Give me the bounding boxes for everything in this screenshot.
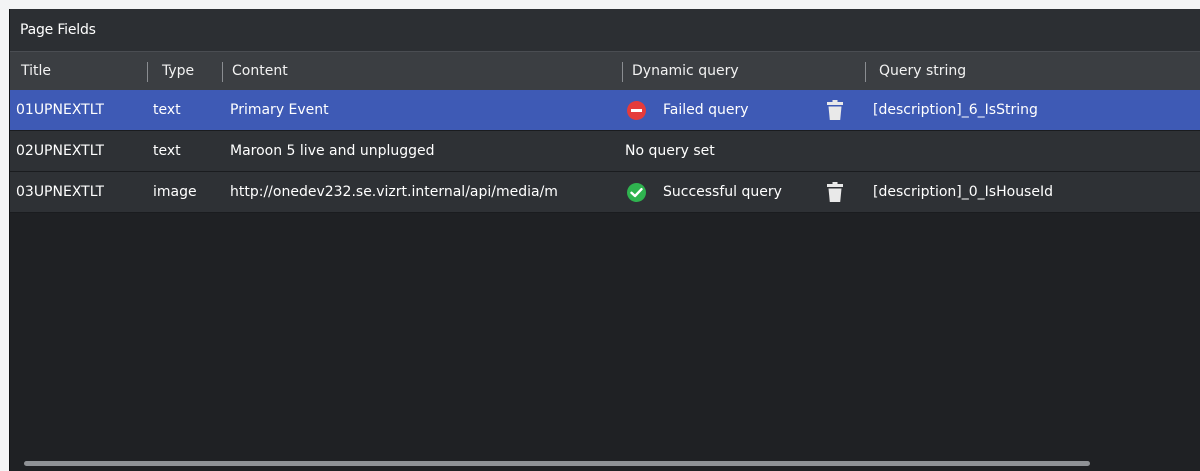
table-row[interactable]: 03UPNEXTLT image http://onedev232.se.viz…: [10, 172, 1200, 213]
column-header-query-string[interactable]: Query string: [879, 52, 966, 90]
column-resize-handle[interactable]: [865, 62, 866, 82]
trash-icon[interactable]: [827, 100, 843, 124]
cell-query-status: No query set: [625, 143, 715, 159]
cell-title: 02UPNEXTLT: [16, 143, 105, 159]
cell-type: text: [153, 143, 181, 159]
column-resize-handle[interactable]: [622, 62, 623, 82]
table-header: Title Type Content Dynamic query Query s…: [10, 51, 1200, 90]
failed-icon: [627, 101, 646, 120]
column-header-title[interactable]: Title: [21, 52, 51, 90]
trash-icon[interactable]: [827, 182, 843, 206]
horizontal-scrollbar[interactable]: [24, 461, 1090, 466]
cell-type: text: [153, 102, 181, 118]
column-header-content[interactable]: Content: [232, 52, 288, 90]
cell-title: 03UPNEXTLT: [16, 184, 105, 200]
column-resize-handle[interactable]: [222, 62, 223, 82]
column-resize-handle[interactable]: [147, 62, 148, 82]
cell-title: 01UPNEXTLT: [16, 102, 105, 118]
cell-query-string: [description]_0_IsHouseId: [873, 184, 1053, 200]
table-row[interactable]: 01UPNEXTLT text Primary Event Failed que…: [10, 90, 1200, 131]
panel-title: Page Fields: [10, 9, 1200, 51]
cell-query-status: Successful query: [663, 184, 782, 200]
cell-content: http://onedev232.se.vizrt.internal/api/m…: [230, 184, 558, 200]
table-row[interactable]: 02UPNEXTLT text Maroon 5 live and unplug…: [10, 131, 1200, 172]
cell-query-string: [description]_6_IsString: [873, 102, 1038, 118]
page-fields-panel: Page Fields Title Type Content Dynamic q…: [9, 9, 1200, 471]
cell-query-status: Failed query: [663, 102, 749, 118]
column-header-type[interactable]: Type: [162, 52, 194, 90]
column-header-dynamic-query[interactable]: Dynamic query: [632, 52, 739, 90]
success-icon: [627, 183, 646, 202]
cell-type: image: [153, 184, 197, 200]
cell-content: Maroon 5 live and unplugged: [230, 143, 435, 159]
cell-content: Primary Event: [230, 102, 329, 118]
